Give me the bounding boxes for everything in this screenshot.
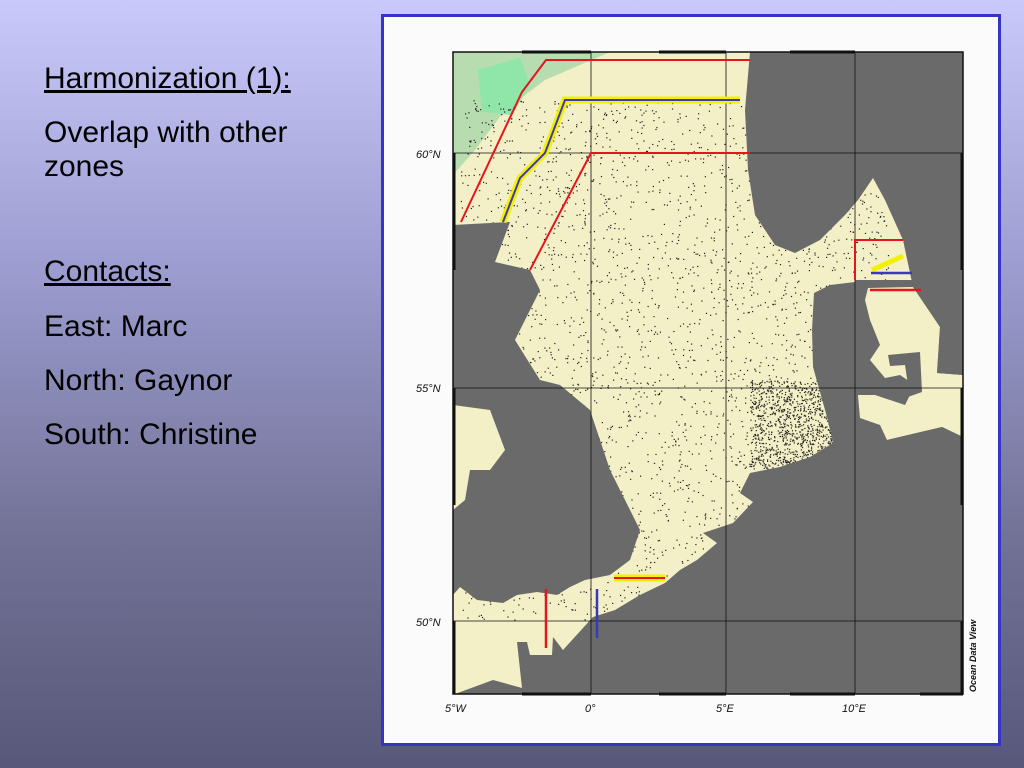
lon-label-0: 0° <box>585 703 596 715</box>
lat-label-60n: 60°N <box>416 149 441 161</box>
lon-label-10e: 10°E <box>842 703 867 715</box>
lat-label-55n: 55°N <box>416 383 441 395</box>
lon-label-5e: 5°E <box>716 703 735 715</box>
lon-label-5w: 5°W <box>445 703 468 715</box>
ocean-data-view-credit: Ocean Data View <box>968 619 978 692</box>
lat-label-50n: 50°N <box>416 617 441 629</box>
north-sea-map: 60°N 55°N 50°N 5°W 0° 5°E 10°E Ocean Dat… <box>416 50 978 715</box>
